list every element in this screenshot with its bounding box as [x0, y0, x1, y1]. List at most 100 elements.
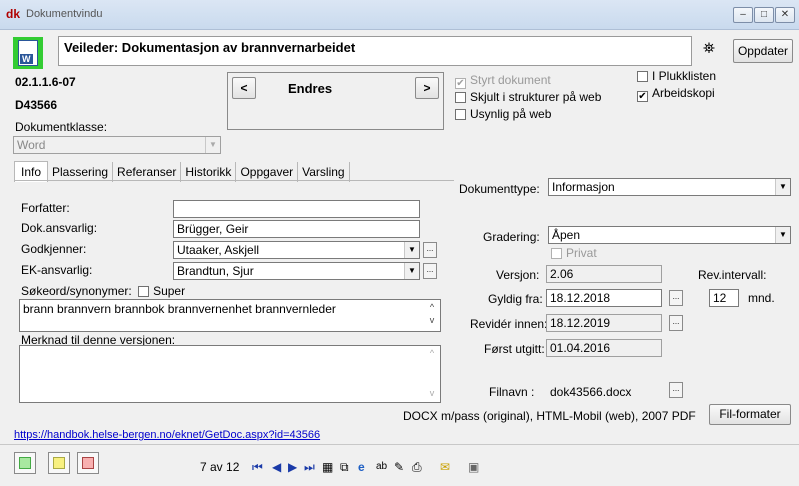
gyldig-field[interactable]: 18.12.2018: [546, 289, 662, 307]
gradering-label: Gradering:: [483, 230, 540, 244]
godkjenner-browse-button[interactable]: ...: [423, 242, 437, 258]
sokeord-label: Søkeord/synonymer: Super: [21, 284, 185, 298]
file-formats-button[interactable]: Fil-formater: [709, 404, 791, 425]
browser-icon[interactable]: e: [358, 460, 365, 474]
next-record-icon[interactable]: ▶: [288, 460, 297, 474]
revintervall-unit: mnd.: [748, 291, 775, 305]
red-note-icon[interactable]: [77, 452, 99, 474]
word-file-icon[interactable]: W: [13, 37, 43, 69]
status-text: Endres: [288, 81, 333, 96]
tab-panel-border: [14, 180, 454, 181]
document-title-field[interactable]: Veileder: Dokumentasjon av brannvernarbe…: [58, 36, 692, 66]
first-record-icon[interactable]: ⏮: [252, 460, 263, 474]
prev-status-button[interactable]: <: [232, 77, 256, 99]
binoculars-icon[interactable]: ⛯: [703, 40, 715, 57]
skjult-check[interactable]: [455, 92, 466, 103]
scroll-down-icon[interactable]: v: [425, 388, 439, 398]
privat-checkbox: Privat: [551, 246, 597, 260]
gyldig-label: Gyldig fra:: [488, 292, 543, 306]
tab-referanser[interactable]: Referanser: [113, 162, 182, 182]
arbeid-label: Arbeidskopi: [652, 86, 715, 100]
tab-plassering[interactable]: Plassering: [48, 162, 114, 182]
ekansvarlig-browse-button[interactable]: ...: [423, 263, 437, 279]
sokeord-value: brann brannvern brannbok brannvernenhet …: [23, 302, 336, 316]
sokeord-textarea[interactable]: brann brannvern brannbok brannvernenhet …: [19, 299, 441, 332]
super-label: Super: [153, 284, 186, 298]
yellow-note-icon[interactable]: [48, 452, 70, 474]
document-class-value: Word: [17, 138, 46, 152]
tab-oppgaver[interactable]: Oppgaver: [236, 162, 299, 182]
edit-pen-icon[interactable]: ✎: [394, 460, 404, 474]
godkjenner-label: Godkjenner:: [21, 242, 87, 256]
skjult-checkbox[interactable]: Skjult i strukturer på web: [455, 90, 601, 104]
ekansvarlig-label: EK-ansvarlig:: [21, 263, 93, 277]
formats-text: DOCX m/pass (original), HTML-Mobil (web)…: [403, 409, 696, 423]
dokumenttype-label: Dokumenttype:: [459, 182, 540, 196]
last-record-icon[interactable]: ⏭: [304, 460, 315, 474]
chevron-down-icon[interactable]: ▼: [404, 242, 419, 258]
privat-label: Privat: [566, 246, 597, 260]
tab-varsling[interactable]: Varsling: [298, 162, 350, 182]
print-icon[interactable]: ⎙: [412, 460, 422, 474]
super-checkbox[interactable]: [138, 286, 150, 297]
gyldig-date-button[interactable]: ...: [669, 290, 683, 306]
document-link[interactable]: https://handbok.helse-bergen.no/eknet/Ge…: [14, 429, 320, 441]
revider-label: Revidér innen:: [470, 317, 548, 331]
calendar-icon[interactable]: ▦: [322, 460, 333, 474]
chevron-down-icon[interactable]: ▼: [404, 263, 419, 279]
revintervall-field[interactable]: 12: [709, 289, 739, 307]
filnavn-browse-button[interactable]: ...: [669, 382, 683, 398]
maximize-button[interactable]: □: [754, 7, 774, 23]
prev-record-icon[interactable]: ◀: [272, 460, 281, 474]
plukk-label: I Plukklisten: [652, 69, 717, 83]
forfatter-label: Forfatter:: [21, 201, 70, 215]
ekansvarlig-select[interactable]: Brandtun, Sjur ▼: [173, 262, 420, 280]
merknad-textarea[interactable]: ^ v: [19, 345, 441, 403]
next-status-button[interactable]: >: [415, 77, 439, 99]
plukk-check[interactable]: [637, 71, 648, 82]
copy-icon[interactable]: ⧉: [340, 460, 349, 474]
skjult-label: Skjult i strukturer på web: [470, 90, 602, 104]
arbeid-checkbox[interactable]: ✔ Arbeidskopi: [637, 86, 715, 102]
word-badge: W: [20, 54, 33, 64]
arbeid-check[interactable]: ✔: [637, 91, 648, 102]
green-note-icon[interactable]: [14, 452, 36, 474]
styrt-label: Styrt dokument: [470, 73, 551, 87]
close-button[interactable]: ✕: [775, 7, 795, 23]
save-icon[interactable]: ▣: [468, 460, 479, 474]
chevron-down-icon: ▼: [205, 137, 220, 153]
revider-date-button[interactable]: ...: [669, 315, 683, 331]
record-counter: 7 av 12: [200, 460, 240, 474]
dokumenttype-select[interactable]: Informasjon ▼: [548, 178, 791, 196]
gradering-value: Åpen: [552, 228, 581, 242]
dokansvarlig-field[interactable]: Brügger, Geir: [173, 220, 420, 238]
forfatter-field[interactable]: [173, 200, 420, 218]
spellcheck-icon[interactable]: ab: [376, 460, 387, 474]
privat-check: [551, 248, 562, 259]
usynlig-checkbox[interactable]: Usynlig på web: [455, 107, 551, 121]
bottom-toolbar-divider: [0, 444, 799, 445]
document-id: D43566: [15, 98, 58, 112]
gradering-select[interactable]: Åpen ▼: [548, 226, 791, 244]
tab-historikk[interactable]: Historikk: [181, 162, 237, 182]
ekansvarlig-value: Brandtun, Sjur: [177, 264, 254, 278]
styrt-check: ✔: [455, 78, 466, 89]
scroll-up-icon[interactable]: ^: [425, 348, 439, 358]
minimize-button[interactable]: –: [733, 7, 753, 23]
usynlig-check[interactable]: [455, 109, 466, 120]
chevron-down-icon[interactable]: ▼: [775, 227, 790, 243]
godkjenner-select[interactable]: Utaaker, Askjell ▼: [173, 241, 420, 259]
dokansvarlig-label: Dok.ansvarlig:: [21, 221, 98, 235]
plukk-checkbox[interactable]: I Plukklisten: [637, 69, 716, 83]
forst-field: 01.04.2016: [546, 339, 662, 357]
sokeord-label-text: Søkeord/synonymer:: [21, 284, 132, 298]
status-navigator: < Endres >: [227, 72, 444, 130]
update-button[interactable]: Oppdater: [733, 39, 793, 63]
tab-info[interactable]: Info: [14, 161, 49, 182]
usynlig-label: Usynlig på web: [470, 107, 552, 121]
title-bar: dk Dokumentvindu – □ ✕: [0, 0, 799, 30]
scroll-down-icon[interactable]: v: [425, 315, 439, 325]
mail-icon[interactable]: ✉: [440, 460, 450, 474]
scroll-up-icon[interactable]: ^: [425, 302, 439, 312]
chevron-down-icon[interactable]: ▼: [775, 179, 790, 195]
